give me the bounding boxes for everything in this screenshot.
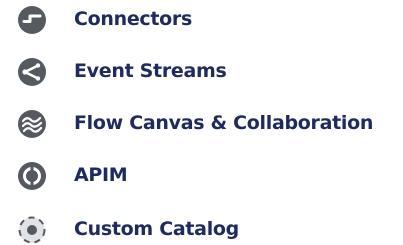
menu-item-label: Event Streams xyxy=(74,60,227,82)
menu-item-flow-canvas[interactable]: Flow Canvas & Collaboration xyxy=(0,105,403,141)
menu-item-label: Flow Canvas & Collaboration xyxy=(74,112,374,134)
product-menu: Connectors Event Streams Flow Canvas & C xyxy=(0,0,403,245)
menu-item-label: Custom Catalog xyxy=(74,218,239,240)
flow-waves-icon xyxy=(18,110,46,138)
api-brackets-icon xyxy=(18,162,46,190)
menu-item-connectors[interactable]: Connectors xyxy=(0,1,403,37)
connector-icon xyxy=(18,6,46,34)
menu-item-label: Connectors xyxy=(74,8,193,30)
menu-item-label: APIM xyxy=(74,164,128,186)
menu-item-custom-catalog[interactable]: Custom Catalog xyxy=(0,211,403,245)
menu-item-apim[interactable]: APIM xyxy=(0,157,403,193)
share-network-icon xyxy=(18,58,46,86)
menu-item-event-streams[interactable]: Event Streams xyxy=(0,53,403,89)
target-dot-icon xyxy=(18,216,46,244)
